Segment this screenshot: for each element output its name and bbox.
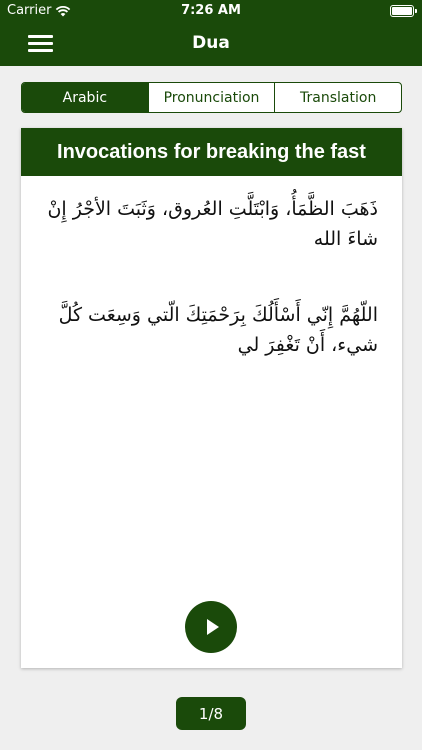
card-title: Invocations for breaking the fast — [21, 128, 402, 176]
tab-pronunciation[interactable]: Pronunciation — [147, 83, 275, 112]
page-indicator: 1/8 — [176, 697, 246, 730]
play-icon — [207, 619, 219, 635]
app-root: Carrier 7:26 AM Dua Arabic Pronunciation… — [0, 0, 422, 750]
status-bar: Carrier 7:26 AM — [0, 0, 422, 22]
tab-translation[interactable]: Translation — [274, 83, 401, 112]
play-button[interactable] — [185, 601, 237, 653]
dua-text-1: ذَهَبَ الظَّمَأُ، وَابْتَلَّتِ العُروق، … — [47, 198, 378, 250]
tab-arabic[interactable]: Arabic — [22, 83, 148, 112]
navigation-bar: Carrier 7:26 AM Dua — [0, 0, 422, 66]
dua-text-2: اللّهُمَّ إِنّي أَسْأَلُكَ بِرَحْمَتِكَ … — [58, 304, 378, 356]
status-time: 7:26 AM — [181, 3, 241, 18]
language-segmented-control: Arabic Pronunciation Translation — [21, 82, 402, 113]
battery-icon — [390, 5, 417, 17]
dua-card: Invocations for breaking the fast ذَهَبَ… — [21, 128, 402, 668]
page-title: Dua — [192, 33, 230, 53]
